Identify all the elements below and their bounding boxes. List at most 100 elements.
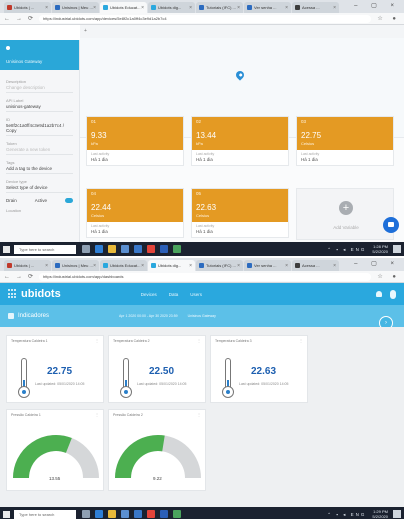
device-id-field[interactable]: 5e8f2c1a0ff4c3e9d1a2b7c4 / Copy: [6, 123, 73, 136]
variable-card[interactable]: 05 22.63 Celsius Last activity Há 1 dia: [191, 188, 289, 238]
url-field[interactable]: https://industrial.ubidots.com/app/dashb…: [39, 272, 372, 281]
tray-icons[interactable]: ⌃ ▪ ◂ ENG: [327, 512, 366, 517]
close-icon[interactable]: ×: [285, 5, 288, 11]
dashboard-selector[interactable]: Indicadores: [8, 313, 49, 319]
chrome-icon[interactable]: [147, 510, 155, 518]
browser-tab-active[interactable]: Ubidots Educat... ×: [100, 2, 147, 13]
gauge-widget[interactable]: Pressão Caldeira 2 ⋮ 9.22: [108, 409, 206, 491]
add-variable-card[interactable]: + Add Variable: [296, 188, 394, 240]
nav-data[interactable]: Data: [169, 292, 179, 297]
browser-tab[interactable]: Ver senha ... ×: [244, 260, 291, 271]
description-field[interactable]: Change description: [6, 85, 73, 93]
device-context-selector[interactable]: Unisinos Gateway: [188, 314, 216, 318]
browser-tab[interactable]: Acessa ... ×: [292, 2, 339, 13]
close-icon[interactable]: ×: [333, 263, 336, 269]
word-icon[interactable]: [160, 510, 168, 518]
browser-menu-icon[interactable]: ☆ ●: [377, 273, 400, 280]
user-icon[interactable]: [390, 289, 396, 299]
folder-icon[interactable]: [108, 245, 116, 253]
variable-card[interactable]: 02 13.44 kPa Last activity Há 1 dia: [191, 116, 289, 166]
api-label-field[interactable]: unisinos-gateway: [6, 104, 73, 112]
close-icon[interactable]: ×: [45, 263, 48, 269]
browser-tab[interactable]: Ubidots | ... ×: [4, 260, 51, 271]
close-icon[interactable]: ×: [189, 263, 192, 269]
close-icon[interactable]: ×: [93, 263, 96, 269]
edge-icon[interactable]: [95, 510, 103, 518]
date-range-picker[interactable]: Apr 1 2020 00:00 - Apr 30 2020 23:59: [119, 314, 178, 319]
browser-tab[interactable]: Ver senha ... ×: [244, 2, 291, 13]
close-icon[interactable]: ×: [141, 263, 144, 269]
thermometer-widget[interactable]: Temperatura Caldeira 1 ⋮ 22.75 Last upda…: [6, 335, 104, 403]
ubidots-logo[interactable]: ubidots: [8, 288, 61, 300]
window-controls[interactable]: – ▢ ×: [354, 2, 400, 9]
tray-icons[interactable]: ⌃ ▪ ◂ ENG: [327, 247, 366, 252]
plus-icon[interactable]: +: [339, 201, 353, 215]
browser-tab[interactable]: Unisinos | Meu ... ×: [52, 2, 99, 13]
task-view-icon[interactable]: [82, 510, 90, 518]
location-pin-icon[interactable]: [234, 69, 246, 81]
reload-icon[interactable]: ⟳: [28, 15, 33, 22]
variable-card[interactable]: 01 9.33 kPa Last activity Há 1 dia: [86, 116, 184, 166]
browser-tab[interactable]: Tutoriais (IFC) ... ×: [196, 2, 243, 13]
nav-devices[interactable]: Devices: [141, 292, 157, 297]
token-field[interactable]: Generate a new token: [6, 147, 73, 155]
notification-icon[interactable]: [393, 245, 401, 253]
windows-start-icon[interactable]: [3, 245, 10, 253]
close-icon[interactable]: ×: [45, 5, 48, 11]
taskbar-search[interactable]: Type here to search: [14, 509, 76, 519]
browser-tab[interactable]: Unisinos | Meu ... ×: [52, 260, 99, 271]
back-icon[interactable]: ←: [4, 274, 10, 280]
close-icon[interactable]: ×: [189, 5, 192, 11]
widget-menu-icon[interactable]: ⋮: [197, 338, 201, 343]
word-icon[interactable]: [160, 245, 168, 253]
taskbar-search[interactable]: Type here to search: [14, 244, 76, 254]
zoom-in-button[interactable]: +: [84, 28, 87, 34]
browser-tab[interactable]: Ubidots dig... ×: [148, 2, 195, 13]
thermometer-widget[interactable]: Temperatura Caldeira 2 ⋮ 22.50 Last upda…: [108, 335, 206, 403]
chat-button[interactable]: [383, 217, 399, 233]
browser-menu-icon[interactable]: ☆ ●: [377, 15, 400, 22]
back-icon[interactable]: ←: [4, 16, 10, 22]
nav-users[interactable]: Users: [190, 292, 202, 297]
forward-icon[interactable]: →: [16, 16, 22, 22]
widget-menu-icon[interactable]: ⋮: [95, 338, 99, 343]
variable-card[interactable]: 04 22.44 Celsius Last activity Há 1 dia: [86, 188, 184, 238]
windows-start-icon[interactable]: [3, 510, 10, 518]
browser-tab[interactable]: Acessa ... ×: [292, 260, 339, 271]
tags-field[interactable]: Add a tag to the device: [6, 166, 73, 174]
bell-icon[interactable]: [376, 291, 382, 297]
widget-menu-icon[interactable]: ⋮: [95, 412, 99, 417]
store-icon[interactable]: [121, 510, 129, 518]
device-type-field[interactable]: Select type of device: [6, 185, 73, 193]
gauge-widget[interactable]: Pressão Caldeira 1 ⋮ 13.55: [6, 409, 104, 491]
variable-card[interactable]: 03 22.75 Celsius Last activity Há 1 dia: [296, 116, 394, 166]
thermometer-widget[interactable]: Temperatura Caldeira 3 ⋮ 22.63 Last upda…: [210, 335, 308, 403]
close-icon[interactable]: ×: [237, 5, 240, 11]
close-icon[interactable]: ×: [141, 5, 144, 11]
close-icon[interactable]: ×: [333, 5, 336, 11]
browser-tab[interactable]: Ubidots Educat... ×: [100, 260, 147, 271]
widget-menu-icon[interactable]: ⋮: [299, 338, 303, 343]
browser-tab[interactable]: Ubidots | ... ×: [4, 2, 51, 13]
edge-icon[interactable]: [95, 245, 103, 253]
url-field[interactable]: https://industrial.ubidots.com/app/devic…: [39, 14, 372, 23]
close-icon[interactable]: ×: [285, 263, 288, 269]
reload-icon[interactable]: ⟳: [28, 273, 33, 280]
app-icon[interactable]: [173, 510, 181, 518]
notification-icon[interactable]: [393, 510, 401, 518]
store-icon[interactable]: [121, 245, 129, 253]
mail-icon[interactable]: [134, 510, 142, 518]
forward-icon[interactable]: →: [16, 274, 22, 280]
browser-tab-active[interactable]: Ubidots dig... ×: [148, 260, 195, 271]
app-icon[interactable]: [173, 245, 181, 253]
close-icon[interactable]: ×: [237, 263, 240, 269]
browser-tab[interactable]: Tutoriais (IFC) ... ×: [196, 260, 243, 271]
back-icon[interactable]: [6, 46, 10, 50]
active-toggle[interactable]: [65, 198, 73, 203]
window-controls[interactable]: – ▢ ×: [354, 260, 400, 267]
mail-icon[interactable]: [134, 245, 142, 253]
close-icon[interactable]: ×: [93, 5, 96, 11]
widget-menu-icon[interactable]: ⋮: [197, 412, 201, 417]
chrome-icon[interactable]: [147, 245, 155, 253]
folder-icon[interactable]: [108, 510, 116, 518]
